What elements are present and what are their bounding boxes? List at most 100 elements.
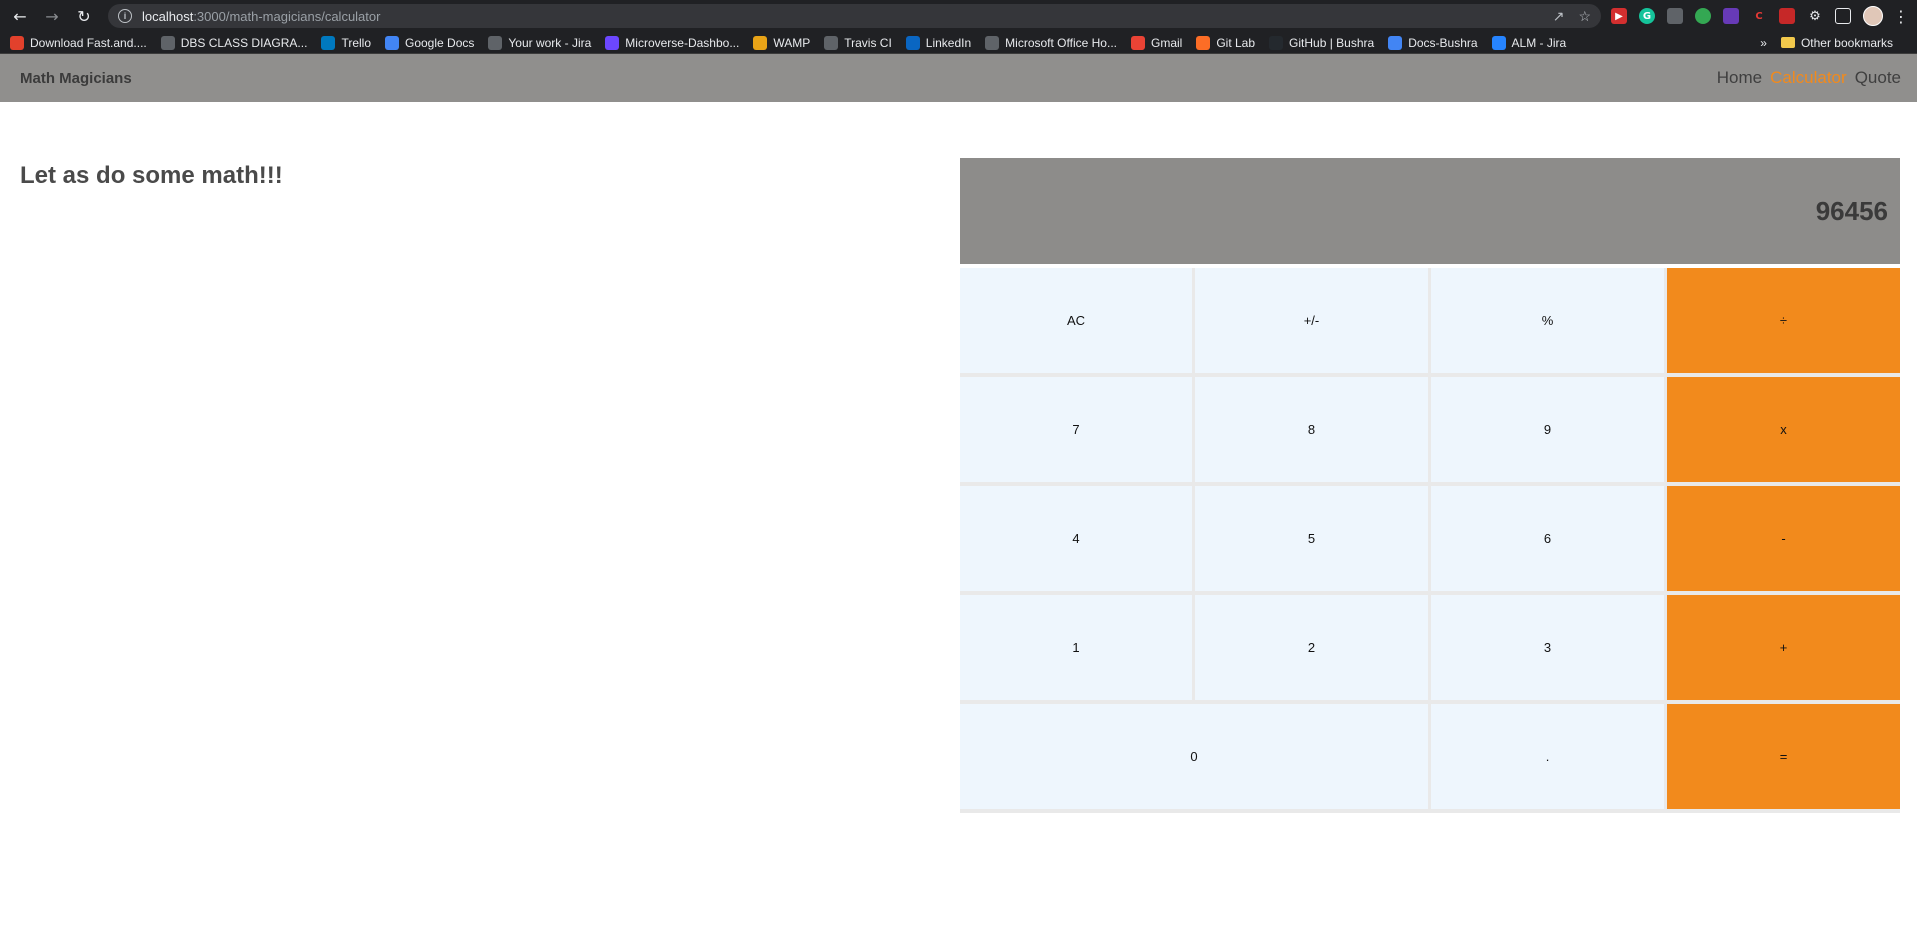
nav-link-calculator[interactable]: Calculator (1770, 68, 1847, 88)
bookmark-label: ALM - Jira (1511, 35, 1567, 50)
nav-link-home[interactable]: Home (1717, 68, 1762, 88)
digit-5-button[interactable]: 5 (1195, 486, 1431, 595)
bookmark-item[interactable]: Download Fast.and.... (10, 35, 147, 50)
microverse-icon (605, 35, 620, 50)
bookmark-label: WAMP (773, 35, 811, 50)
browser-toolbar: ← → ↻ i localhost:3000/math-magicians/ca… (0, 0, 1917, 32)
bookmark-item[interactable]: Docs-Bushra (1388, 35, 1478, 50)
bookmark-item[interactable]: WAMP (753, 35, 811, 50)
bookmark-item[interactable]: GitHub | Bushra (1269, 35, 1375, 50)
gmail-icon (1130, 35, 1145, 50)
folder-icon (1780, 37, 1795, 48)
page-headline: Let as do some math!!! (20, 162, 283, 189)
bookmark-label: Google Docs (405, 35, 475, 50)
docs-icon (1388, 35, 1403, 50)
trello-icon (321, 35, 336, 50)
digit-2-button[interactable]: 2 (1195, 595, 1431, 704)
decimal-button[interactable]: . (1431, 704, 1667, 813)
back-arrow-icon[interactable]: ← (8, 4, 32, 28)
more-bookmarks-icon[interactable]: » (1760, 36, 1767, 50)
other-bookmarks-label: Other bookmarks (1800, 35, 1893, 50)
extension-gray-icon[interactable] (1667, 8, 1683, 24)
bookmark-item[interactable]: Travis CI (824, 35, 892, 50)
bookmark-label: DBS CLASS DIAGRA... (180, 35, 308, 50)
x-icon (10, 35, 24, 50)
github-icon (1269, 35, 1284, 50)
bookmark-star-icon[interactable]: ☆ (1578, 8, 1591, 25)
digit-4-button[interactable]: 4 (960, 486, 1195, 595)
bookmark-label: GitHub | Bushra (1289, 35, 1375, 50)
digit-9-button[interactable]: 9 (1431, 377, 1667, 486)
other-bookmarks-folder[interactable]: Other bookmarks (1780, 35, 1893, 50)
url-host: localhost (142, 8, 194, 24)
app-navbar: Math Magicians Home Calculator Quote (0, 54, 1917, 102)
nav-link-quote[interactable]: Quote (1855, 68, 1901, 88)
globe-icon (985, 35, 1000, 50)
bookmark-label: Microverse-Dashbo... (625, 35, 740, 50)
sign-toggle-button[interactable]: +/- (1195, 268, 1431, 377)
bookmark-item[interactable]: Microverse-Dashbo... (605, 35, 740, 50)
percent-button[interactable]: % (1431, 268, 1667, 377)
bookmark-item[interactable]: Git Lab (1196, 35, 1256, 50)
bookmark-item[interactable]: ALM - Jira (1491, 35, 1567, 50)
bookmark-label: Microsoft Office Ho... (1005, 35, 1117, 50)
extension-color-icon[interactable] (1695, 8, 1711, 24)
bookmark-label: Trello (341, 35, 371, 50)
extensions-bar: ▶ G C ⚙ (1611, 6, 1883, 26)
bookmark-item[interactable]: Microsoft Office Ho... (985, 35, 1117, 50)
docs-icon (385, 35, 399, 50)
globe-icon (488, 35, 503, 50)
digit-8-button[interactable]: 8 (1195, 377, 1431, 486)
extension-purple-icon[interactable] (1723, 8, 1739, 24)
extension-grid-icon[interactable] (1779, 8, 1795, 24)
digit-6-button[interactable]: 6 (1431, 486, 1667, 595)
bookmark-item[interactable]: Your work - Jira (488, 35, 592, 50)
brand-title[interactable]: Math Magicians (20, 70, 132, 87)
nav-links: Home Calculator Quote (1717, 68, 1901, 88)
extension-c-icon[interactable]: C (1751, 8, 1767, 24)
multiply-button[interactable]: x (1667, 377, 1900, 486)
digit-1-button[interactable]: 1 (960, 595, 1195, 704)
equals-button[interactable]: = (1667, 704, 1900, 813)
site-info-icon[interactable]: i (118, 9, 132, 23)
linkedin-icon (905, 35, 920, 50)
clear-button[interactable]: AC (960, 268, 1195, 377)
bookmark-item[interactable]: Trello (321, 35, 371, 50)
profile-avatar[interactable] (1863, 6, 1883, 26)
bookmark-label: Git Lab (1216, 35, 1256, 50)
digit-7-button[interactable]: 7 (960, 377, 1195, 486)
bookmark-item[interactable]: LinkedIn (905, 35, 972, 50)
calculator-keypad: AC +/-% ÷ 7 8 9 x 4 5 6- 1 2 3 +0. = (960, 268, 1900, 813)
bookmark-item[interactable]: DBS CLASS DIAGRA... (160, 35, 308, 50)
address-bar[interactable]: i localhost:3000/math-magicians/calculat… (108, 4, 1601, 28)
bookmark-item[interactable]: Google Docs (385, 35, 475, 50)
bookmark-label: Travis CI (844, 35, 892, 50)
globe-icon (824, 35, 839, 50)
bookmark-item[interactable]: Gmail (1130, 35, 1182, 50)
digit-3-button[interactable]: 3 (1431, 595, 1667, 704)
gitlab-icon (1196, 35, 1211, 50)
bookmark-label: Download Fast.and.... (30, 35, 147, 50)
side-panel-icon[interactable] (1835, 8, 1851, 24)
puzzle-extensions-icon[interactable]: ⚙ (1807, 8, 1823, 24)
forward-arrow-icon[interactable]: → (40, 4, 64, 28)
bookmark-label: LinkedIn (925, 35, 972, 50)
calculator: 96456 AC +/-% ÷ 7 8 9 x 4 5 6- 1 2 3 +0. = (960, 158, 1900, 813)
bookmark-label: Your work - Jira (508, 35, 592, 50)
bookmarks-bar: Download Fast.and.... DBS CLASS DIAGRA...… (0, 32, 1917, 54)
digit-0-button[interactable]: 0 (960, 704, 1431, 813)
extension-red-icon[interactable]: ▶ (1611, 8, 1627, 24)
menu-kebab-icon[interactable]: ⋮ (1893, 7, 1909, 26)
wamp-icon (753, 35, 768, 50)
main-content: Let as do some math!!! 96456 AC +/-% ÷ 7 8 9 x… (0, 102, 1917, 931)
url-path: :3000/math-magicians/calculator (193, 8, 381, 24)
bookmark-label: Docs-Bushra (1408, 35, 1478, 50)
grammarly-icon[interactable]: G (1639, 8, 1655, 24)
jira-icon (1491, 35, 1506, 50)
subtract-button[interactable]: - (1667, 486, 1900, 595)
add-button[interactable]: + (1667, 595, 1900, 704)
reload-icon[interactable]: ↻ (72, 4, 96, 28)
share-icon[interactable]: ↗ (1553, 8, 1565, 25)
globe-icon (160, 35, 175, 50)
divide-button[interactable]: ÷ (1667, 268, 1900, 377)
